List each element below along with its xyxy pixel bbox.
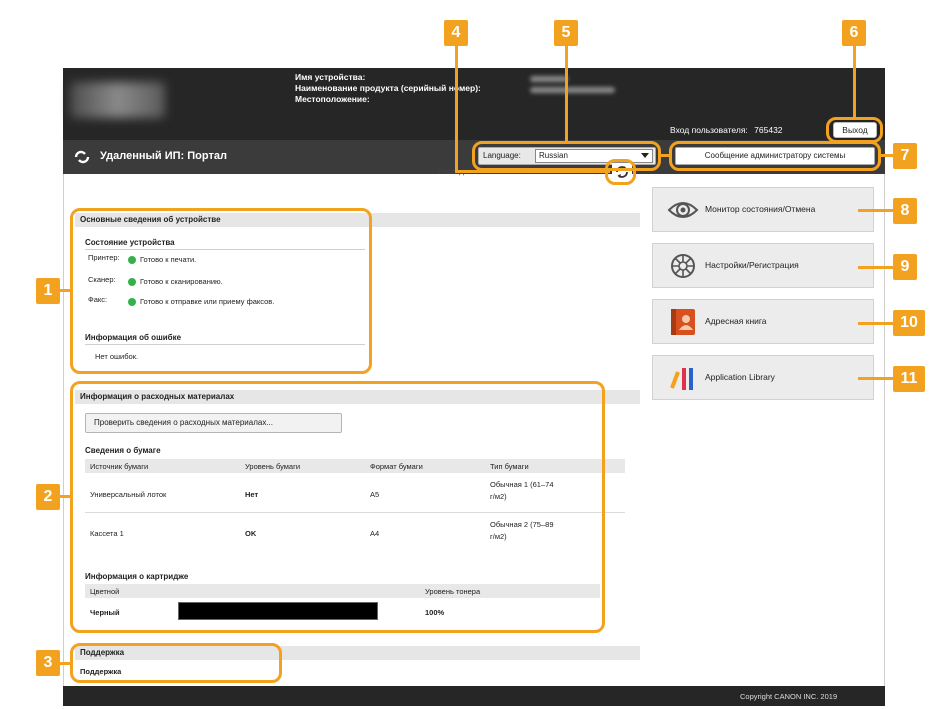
copyright-text: Copyright CANON INC. 2019 — [740, 692, 838, 701]
callout-line-9 — [858, 266, 894, 269]
callout-badge-10: 10 — [893, 310, 925, 336]
callout-badge-2: 2 — [36, 484, 60, 510]
application-library-icon — [670, 368, 693, 390]
callout-line-8 — [858, 209, 894, 212]
device-name-label: Имя устройства: — [295, 72, 366, 82]
product-name-value — [530, 87, 615, 93]
callout-box-6 — [826, 117, 883, 143]
login-label: Вход пользователя: — [670, 125, 748, 135]
callout-line-1 — [58, 289, 72, 292]
callout-box-3 — [70, 643, 282, 683]
login-info: Вход пользователя: 765432 — [670, 125, 783, 135]
callout-badge-7: 7 — [893, 143, 917, 169]
callout-line-7a — [661, 154, 671, 157]
address-book-icon — [671, 309, 695, 335]
callout-line-6 — [853, 46, 856, 118]
callout-badge-5: 5 — [554, 20, 578, 46]
callout-line-2 — [58, 495, 72, 498]
callout-box-7 — [669, 141, 881, 171]
address-book-button[interactable]: Адресная книга — [652, 299, 874, 344]
callout-line-5 — [565, 46, 568, 142]
login-user: 765432 — [754, 125, 783, 135]
callout-badge-4: 4 — [444, 20, 468, 46]
settings-icon — [671, 254, 695, 278]
portal-title: Удаленный ИП: Портал — [100, 150, 227, 162]
application-library-button[interactable]: Application Library — [652, 355, 874, 400]
settings-registration-label: Настройки/Регистрация — [705, 260, 799, 270]
callout-badge-3: 3 — [36, 650, 60, 676]
device-labels: Имя устройства: Наименование продукта (с… — [295, 72, 481, 105]
callout-line-11 — [858, 377, 894, 380]
callout-badge-6: 6 — [842, 20, 866, 46]
callout-line-10 — [858, 322, 894, 325]
remote-ui-portal-icon — [74, 150, 90, 164]
callout-line-3 — [58, 662, 72, 665]
canon-logo — [70, 82, 165, 118]
status-monitor-icon — [667, 202, 699, 218]
status-monitor-label: Монитор состояния/Отмена — [705, 204, 816, 214]
application-library-label: Application Library — [705, 372, 775, 382]
address-book-label: Адресная книга — [705, 316, 767, 326]
location-label: Местоположение: — [295, 94, 370, 104]
status-monitor-button[interactable]: Монитор состояния/Отмена — [652, 187, 874, 232]
settings-registration-button[interactable]: Настройки/Регистрация — [652, 243, 874, 288]
callout-badge-1: 1 — [36, 278, 60, 304]
callout-badge-9: 9 — [893, 254, 917, 280]
callout-box-2 — [70, 381, 605, 633]
callout-line-4 — [455, 32, 458, 172]
device-name-value — [530, 76, 568, 82]
callout-badge-11: 11 — [893, 366, 925, 392]
callout-line-4b — [455, 170, 610, 173]
callout-line-7 — [881, 154, 893, 157]
callout-badge-8: 8 — [893, 198, 917, 224]
callout-box-1 — [70, 208, 372, 374]
product-name-label: Наименование продукта (серийный номер): — [295, 83, 481, 93]
